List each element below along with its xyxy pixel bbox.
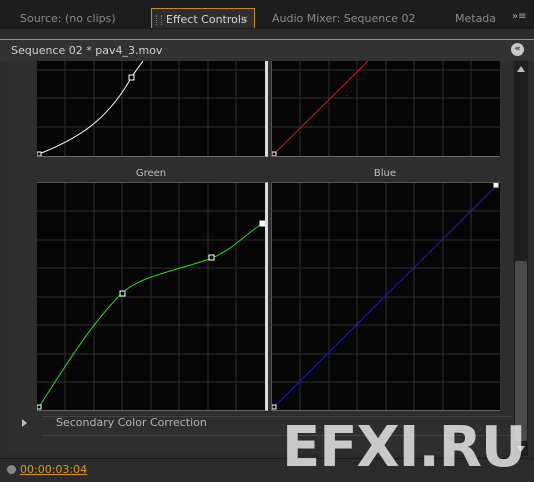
master-curve-line[interactable] bbox=[38, 61, 144, 155]
close-tab-icon[interactable]: × bbox=[241, 9, 249, 28]
curve-control-point[interactable] bbox=[272, 151, 277, 156]
master-curve-svg[interactable] bbox=[37, 61, 265, 156]
sequence-clip-title: Sequence 02 * pav4_3.mov bbox=[11, 44, 163, 57]
grid-lines bbox=[272, 183, 500, 410]
curve-control-point[interactable] bbox=[493, 183, 499, 188]
red-curve-graph[interactable] bbox=[271, 61, 500, 157]
tab-audio-mixer-label: Audio Mixer: Sequence 02 bbox=[272, 12, 416, 25]
grid-lines bbox=[272, 61, 500, 156]
panel-menu-icon[interactable]: »≡ bbox=[512, 11, 527, 23]
panel-tab-bar: Source: (no clips) Effect Controls × Aud… bbox=[0, 0, 534, 29]
watermark-text: EFXI.RU bbox=[282, 415, 526, 480]
red-curve-svg[interactable] bbox=[272, 61, 500, 156]
master-curve-graph[interactable] bbox=[37, 61, 268, 157]
red-curve-line[interactable] bbox=[273, 61, 369, 155]
drag-grip-icon[interactable] bbox=[156, 15, 162, 25]
effect-controls-header: Sequence 02 * pav4_3.mov « bbox=[0, 39, 534, 62]
curve-control-point[interactable] bbox=[208, 254, 215, 261]
grid-lines bbox=[37, 183, 265, 410]
expand-triangle-icon[interactable] bbox=[22, 419, 27, 427]
playhead-icon bbox=[7, 465, 16, 474]
curve-control-point[interactable] bbox=[37, 151, 42, 156]
green-curve-label: Green bbox=[135, 168, 167, 179]
green-curve-svg[interactable] bbox=[37, 183, 265, 410]
tab-audio-mixer[interactable]: Audio Mixer: Sequence 02 bbox=[262, 8, 442, 29]
secondary-color-correction-label: Secondary Color Correction bbox=[56, 416, 207, 429]
curve-control-point[interactable] bbox=[128, 74, 135, 81]
tab-metadata[interactable]: Metada bbox=[448, 8, 508, 29]
grid-lines bbox=[37, 61, 265, 156]
tab-metadata-label: Metada bbox=[455, 12, 497, 25]
curve-control-point[interactable] bbox=[37, 404, 42, 410]
scroll-up-icon[interactable] bbox=[517, 66, 525, 72]
vertical-scrollbar[interactable] bbox=[514, 61, 528, 456]
tab-effect-controls-label: Effect Controls bbox=[166, 13, 247, 26]
blue-curve-svg[interactable] bbox=[272, 183, 500, 410]
current-timecode[interactable]: 00:00:03:04 bbox=[20, 463, 87, 476]
curve-control-point[interactable] bbox=[119, 290, 126, 297]
tab-source-label: Source: (no clips) bbox=[20, 12, 116, 25]
tab-effect-controls[interactable]: Effect Controls × bbox=[151, 8, 255, 28]
blue-curve-graph[interactable] bbox=[271, 182, 500, 411]
tab-source[interactable]: Source: (no clips) bbox=[10, 8, 145, 29]
curve-control-point[interactable] bbox=[272, 404, 277, 410]
blue-curve-label: Blue bbox=[373, 168, 397, 179]
scroll-thumb[interactable] bbox=[515, 261, 527, 441]
collapse-timeline-icon[interactable]: « bbox=[511, 43, 524, 56]
green-curve-graph[interactable] bbox=[37, 182, 268, 411]
curve-control-point[interactable] bbox=[259, 220, 265, 227]
effect-controls-content: Green Blue bbox=[7, 61, 513, 454]
